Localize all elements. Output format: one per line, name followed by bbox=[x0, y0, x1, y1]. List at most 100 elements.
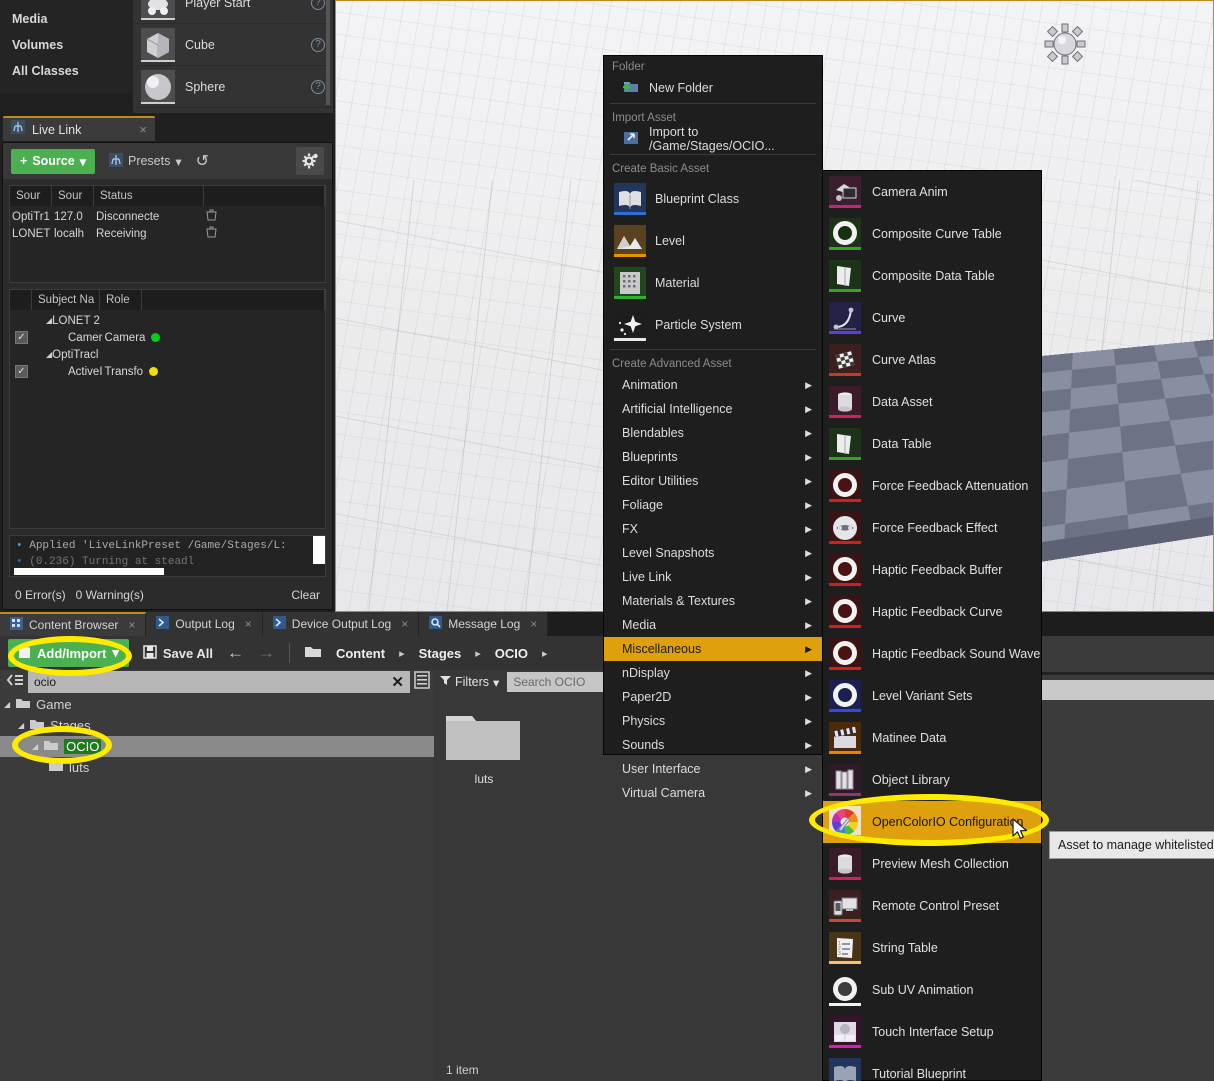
delete-source-icon[interactable] bbox=[204, 209, 217, 224]
close-icon[interactable]: × bbox=[128, 618, 135, 632]
submenu-item-level-snapshots[interactable]: Level Snapshots ▶ bbox=[604, 541, 822, 565]
breadcrumb-ocio[interactable]: OCIO bbox=[495, 646, 528, 661]
submenu-item-artificial-intelligence[interactable]: Artificial Intelligence ▶ bbox=[604, 397, 822, 421]
submenu-item-tutorial-blueprint[interactable]: Tutorial Blueprint bbox=[823, 1053, 1041, 1081]
submenu-item-touch-interface-setup[interactable]: Touch Interface Setup bbox=[823, 1011, 1041, 1053]
column-header[interactable] bbox=[204, 186, 325, 206]
column-header[interactable]: Status bbox=[94, 186, 204, 206]
submenu-item-matinee-data[interactable]: Matinee Data bbox=[823, 717, 1041, 759]
submenu-item-haptic-feedback-buffer[interactable]: Haptic Feedback Buffer bbox=[823, 549, 1041, 591]
clear-log-button[interactable]: Clear bbox=[291, 588, 320, 602]
tab-device-output-log[interactable]: Device Output Log × bbox=[262, 612, 420, 636]
help-icon[interactable]: ? bbox=[311, 0, 325, 10]
placement-category-media[interactable]: Media bbox=[8, 6, 133, 32]
tab-message-log[interactable]: Message Log × bbox=[419, 612, 549, 636]
live-link-message-log[interactable]: • Applied 'LiveLinkPreset /Game/Stages/L… bbox=[9, 535, 326, 577]
add-source-button[interactable]: + Source ▾ bbox=[11, 148, 95, 174]
placement-actor-list[interactable]: Player Start ? Cube ? Sphere ? bbox=[133, 0, 333, 113]
tree-row-luts[interactable]: luts bbox=[0, 757, 434, 778]
column-header[interactable]: Sour bbox=[10, 186, 52, 206]
help-icon[interactable]: ? bbox=[311, 79, 325, 94]
list-item[interactable]: Player Start ? bbox=[133, 0, 333, 24]
submenu-item-live-link[interactable]: Live Link ▶ bbox=[604, 565, 822, 589]
submenu-item-haptic-feedback-sound-wave[interactable]: Haptic Feedback Sound Wave bbox=[823, 633, 1041, 675]
submenu-item-data-table[interactable]: Data Table bbox=[823, 423, 1041, 465]
menu-item-new-folder[interactable]: New Folder bbox=[604, 76, 822, 100]
menu-item-material[interactable]: Material bbox=[604, 262, 822, 304]
submenu-item-composite-data-table[interactable]: Composite Data Table bbox=[823, 255, 1041, 297]
close-icon[interactable]: × bbox=[139, 122, 147, 137]
submenu-item-composite-curve-table[interactable]: Composite Curve Table bbox=[823, 213, 1041, 255]
submenu-item-level-variant-sets[interactable]: Level Variant Sets bbox=[823, 675, 1041, 717]
submenu-item-data-asset[interactable]: Data Asset bbox=[823, 381, 1041, 423]
delete-source-icon[interactable] bbox=[204, 226, 217, 241]
submenu-item-materials-textures[interactable]: Materials & Textures ▶ bbox=[604, 589, 822, 613]
close-icon[interactable]: × bbox=[530, 617, 537, 631]
menu-item-blueprint-class[interactable]: Blueprint Class bbox=[604, 178, 822, 220]
scrollbar-horizontal[interactable] bbox=[14, 568, 164, 575]
tree-row-game[interactable]: ◢ Game bbox=[0, 694, 434, 715]
reset-button[interactable]: ↺ bbox=[196, 151, 209, 171]
submenu-item-user-interface[interactable]: User Interface ▶ bbox=[604, 757, 822, 781]
column-header[interactable]: Role bbox=[100, 290, 142, 310]
submenu-item-media[interactable]: Media ▶ bbox=[604, 613, 822, 637]
live-link-subjects-table[interactable]: Subject Na Role ◢ LONET 2 ✓ Camer Camera… bbox=[9, 289, 326, 529]
submenu-item-paper2d[interactable]: Paper2D ▶ bbox=[604, 685, 822, 709]
list-item[interactable]: Sphere ? bbox=[133, 66, 333, 108]
table-row[interactable]: ✓ Camer Camera bbox=[10, 329, 325, 346]
list-item[interactable]: Cube ? bbox=[133, 24, 333, 66]
submenu-item-string-table[interactable]: 123 String Table bbox=[823, 927, 1041, 969]
column-header[interactable] bbox=[10, 290, 32, 310]
filters-button[interactable]: Filters ▾ bbox=[440, 675, 499, 690]
enable-checkbox[interactable]: ✓ bbox=[15, 331, 28, 344]
column-header[interactable] bbox=[142, 290, 325, 310]
close-icon[interactable]: × bbox=[401, 617, 408, 631]
submenu-item-foliage[interactable]: Foliage ▶ bbox=[604, 493, 822, 517]
tree-group-row[interactable]: ◢ OptiTracl bbox=[10, 346, 325, 363]
submenu-item-fx[interactable]: FX ▶ bbox=[604, 517, 822, 541]
submenu-item-virtual-camera[interactable]: Virtual Camera ▶ bbox=[604, 781, 822, 805]
menu-item-particle-system[interactable]: Particle System bbox=[604, 304, 822, 346]
tree-row-stages[interactable]: ◢ Stages bbox=[0, 715, 434, 736]
submenu-item-animation[interactable]: Animation ▶ bbox=[604, 373, 822, 397]
placement-category-all-classes[interactable]: All Classes bbox=[8, 58, 133, 84]
table-row[interactable]: ✓ ActiveI Transfo bbox=[10, 363, 325, 380]
tab-output-log[interactable]: Output Log × bbox=[146, 612, 263, 636]
collapse-sources-icon[interactable] bbox=[4, 672, 24, 693]
submenu-item-physics[interactable]: Physics ▶ bbox=[604, 709, 822, 733]
menu-item-level[interactable]: Level bbox=[604, 220, 822, 262]
expander-icon[interactable]: ◢ bbox=[32, 742, 38, 751]
column-header[interactable]: Sour bbox=[52, 186, 94, 206]
placement-browser[interactable]: Media Volumes All Classes Player Start ? bbox=[0, 0, 335, 115]
settings-gear-icon[interactable] bbox=[296, 147, 324, 175]
close-icon[interactable]: × bbox=[245, 617, 252, 631]
submenu-item-sounds[interactable]: Sounds ▶ bbox=[604, 733, 822, 757]
submenu-item-remote-control-preset[interactable]: Remote Control Preset bbox=[823, 885, 1041, 927]
submenu-item-curve-atlas[interactable]: Curve Atlas bbox=[823, 339, 1041, 381]
tree-row-ocio[interactable]: ◢ OCIO bbox=[0, 736, 434, 757]
column-header[interactable]: Subject Na bbox=[32, 290, 100, 310]
add-import-button[interactable]: Add/Import ▾ bbox=[8, 639, 129, 667]
breadcrumb-content[interactable]: Content bbox=[336, 646, 385, 661]
placement-category-list[interactable]: Media Volumes All Classes bbox=[0, 0, 133, 93]
table-row[interactable]: OptiTr1 127.0 Disconnecte bbox=[10, 208, 325, 225]
content-browser-context-menu[interactable]: Folder New Folder Import Asset Import to… bbox=[603, 55, 823, 800]
submenu-item-blendables[interactable]: Blendables ▶ bbox=[604, 421, 822, 445]
submenu-item-preview-mesh-collection[interactable]: Preview Mesh Collection bbox=[823, 843, 1041, 885]
submenu-item-camera-anim[interactable]: Camera Anim bbox=[823, 171, 1041, 213]
submenu-item-ndisplay[interactable]: nDisplay ▶ bbox=[604, 661, 822, 685]
save-all-button[interactable]: Save All bbox=[143, 644, 213, 662]
sources-view-options-icon[interactable] bbox=[414, 670, 430, 694]
tab-content-browser[interactable]: Content Browser × bbox=[0, 612, 147, 636]
help-icon[interactable]: ? bbox=[311, 37, 325, 52]
tab-live-link[interactable]: Live Link × bbox=[3, 116, 155, 141]
submenu-item-object-library[interactable]: Object Library bbox=[823, 759, 1041, 801]
menu-item-import-to-folder[interactable]: Import to /Game/Stages/OCIO... bbox=[604, 125, 822, 153]
submenu-item-sub-uv-animation[interactable]: Sub UV Animation bbox=[823, 969, 1041, 1011]
submenu-item-miscellaneous[interactable]: Miscellaneous ▶ bbox=[604, 637, 822, 661]
submenu-item-blueprints[interactable]: Blueprints ▶ bbox=[604, 445, 822, 469]
submenu-item-force-feedback-attenuation[interactable]: Force Feedback Attenuation bbox=[823, 465, 1041, 507]
submenu-item-haptic-feedback-curve[interactable]: Haptic Feedback Curve bbox=[823, 591, 1041, 633]
enable-checkbox[interactable]: ✓ bbox=[15, 365, 28, 378]
scrollbar[interactable] bbox=[326, 0, 330, 105]
